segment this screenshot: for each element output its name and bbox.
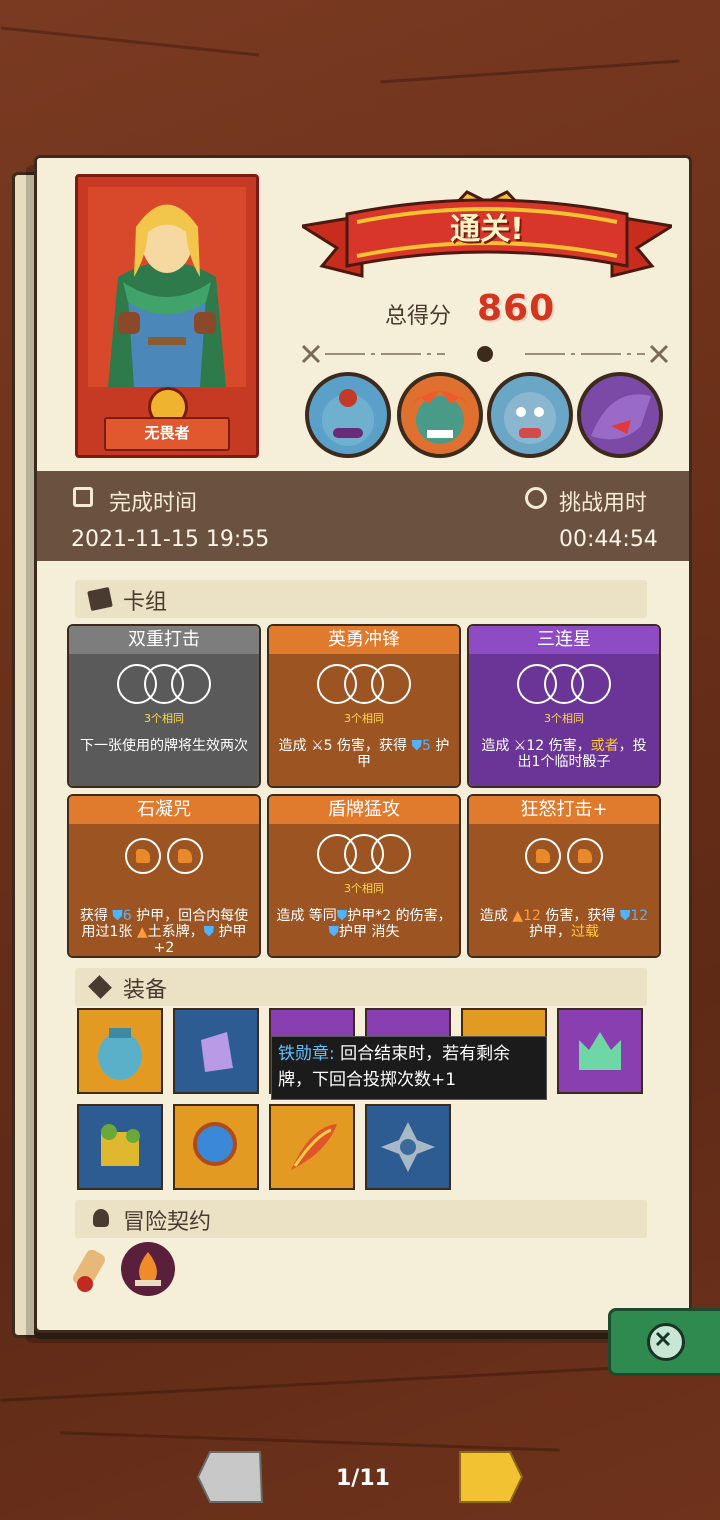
card-double-strike[interactable]: 双重打击 3个相同 下一张使用的牌将生效两次 [67,624,261,788]
hero-card[interactable]: 无畏者 [75,174,259,458]
boss-portrait-4[interactable] [577,372,663,458]
hero-name: 无畏者 [104,417,230,451]
equipment-section-header: 装备 [75,968,647,1006]
dice-slot [571,664,611,704]
total-score-label: 总得分 [385,304,452,329]
card-tag: 3个相同 [144,712,184,725]
time-bar: 完成时间 2021-11-15 19:55 挑战用时 00:44:54 [37,471,689,561]
card-tag: 3个相同 [344,712,384,725]
cards-icon [87,586,113,612]
cube-icon [88,975,112,999]
person-icon [93,1209,109,1227]
deck-section-header: 卡组 [75,580,647,618]
hero-portrait [88,187,246,387]
card-desc: 造成 ⚔5 伤害，获得 ⛊5 护甲 [278,738,450,770]
card-rage-strike-plus[interactable]: 狂怒打击+ 造成 ▲12 伤害，获得 ⛊12 护甲，过载 [467,794,661,958]
card-name: 石凝咒 [69,796,259,824]
equipment-phoenix-feather[interactable] [269,1104,355,1190]
card-tag: 3个相同 [544,712,584,725]
contract-title: 冒险契约 [123,1210,212,1235]
card-heroic-charge[interactable]: 英勇冲锋 3个相同 造成 ⚔5 伤害，获得 ⛊5 护甲 [267,624,461,788]
shield-icon: ⛊ [336,908,348,924]
total-score-value: 860 [477,288,556,329]
equipment-tooltip: 铁勋章: 回合结束时，若有剩余牌，下回合投掷次数+1 [271,1036,547,1100]
card-shield-bash[interactable]: 盾牌猛攻 3个相同 造成 等同⛊护甲*2 的伤害，⛊护甲 消失 [267,794,461,958]
dice-slot [371,834,411,874]
victory-text: 通关! [450,212,524,247]
tooltip-item-name: 铁勋章: [278,1044,335,1064]
card-name: 盾牌猛攻 [269,796,459,824]
card-desc: 获得 ⛊6 护甲，回合内每使用过1张 ▲土系牌，⛊ 护甲+2 [79,908,249,956]
earth-slot [567,838,603,874]
card-name: 英勇冲锋 [269,626,459,654]
shield-icon: ⛊ [411,738,422,754]
scroll-icon[interactable] [71,1244,117,1294]
earth-slot [167,838,203,874]
card-name: 狂怒打击+ [469,796,659,824]
shield-icon: ⛊ [619,908,631,924]
dice-slot [371,664,411,704]
stopwatch-icon [525,487,547,509]
card-desc: 下一张使用的牌将生效两次 [80,738,248,754]
finish-time-value: 2021-11-15 19:55 [71,527,270,552]
sword-icon: ⚔ [513,738,527,754]
boss-portrait-1[interactable] [305,372,391,458]
card-name: 三连星 [469,626,659,654]
card-desc: 造成 等同⛊护甲*2 的伤害，⛊护甲 消失 [276,908,452,940]
sword-icon: ⚔ [311,738,324,754]
earth-slot [125,838,161,874]
prev-page-button[interactable] [196,1448,264,1506]
page-indicator: 1/11 [336,1466,390,1491]
equipment-iron-medal[interactable] [365,1104,451,1190]
victory-banner: 通关! [297,186,677,286]
equipment-crystal-crown[interactable] [557,1008,643,1094]
shield-icon: ⛊ [112,908,123,924]
card-stone-curse[interactable]: 石凝咒 获得 ⛊6 护甲，回合内每使用过1张 ▲土系牌，⛊ 护甲+2 [67,794,261,958]
earth-icon: ▲ [512,908,524,924]
equipment-title: 装备 [123,978,168,1003]
boss-portrait-2[interactable] [397,372,483,458]
card-desc: 造成 ⚔12 伤害，或者，投出1个临时骰子 [481,738,647,770]
result-panel: 无畏者 通关! 总得分 860 完成时间 2021-11-15 19:55 挑战… [34,155,692,1333]
equipment-blue-orb[interactable] [173,1104,259,1190]
boss-portrait-3[interactable] [487,372,573,458]
card-triple-star[interactable]: 三连星 3个相同 造成 ⚔12 伤害，或者，投出1个临时骰子 [467,624,661,788]
shield-icon: ⛊ [203,924,215,940]
deck-title: 卡组 [123,590,168,615]
earth-icon: ▲ [136,924,148,940]
boss-divider [295,344,675,364]
card-tag: 3个相同 [344,882,384,895]
close-icon[interactable] [647,1323,685,1361]
contract-section-header: 冒险契约 [75,1200,647,1238]
finish-time-label: 完成时间 [109,491,198,516]
equipment-crystal-boot[interactable] [173,1008,259,1094]
close-tab[interactable] [608,1308,720,1376]
shield-icon: ⛊ [328,924,340,940]
card-desc: 造成 ▲12 伤害，获得 ⛊12 护甲，过载 [479,908,649,940]
earth-slot [525,838,561,874]
calendar-icon [73,487,93,507]
duration-value: 00:44:54 [559,527,658,552]
duration-label: 挑战用时 [559,491,648,516]
next-page-button[interactable] [456,1448,524,1506]
equipment-vase[interactable] [77,1008,163,1094]
campfire-icon[interactable] [121,1242,175,1296]
equipment-golden-cube[interactable] [77,1104,163,1190]
dice-slot [171,664,211,704]
card-name: 双重打击 [69,626,259,654]
